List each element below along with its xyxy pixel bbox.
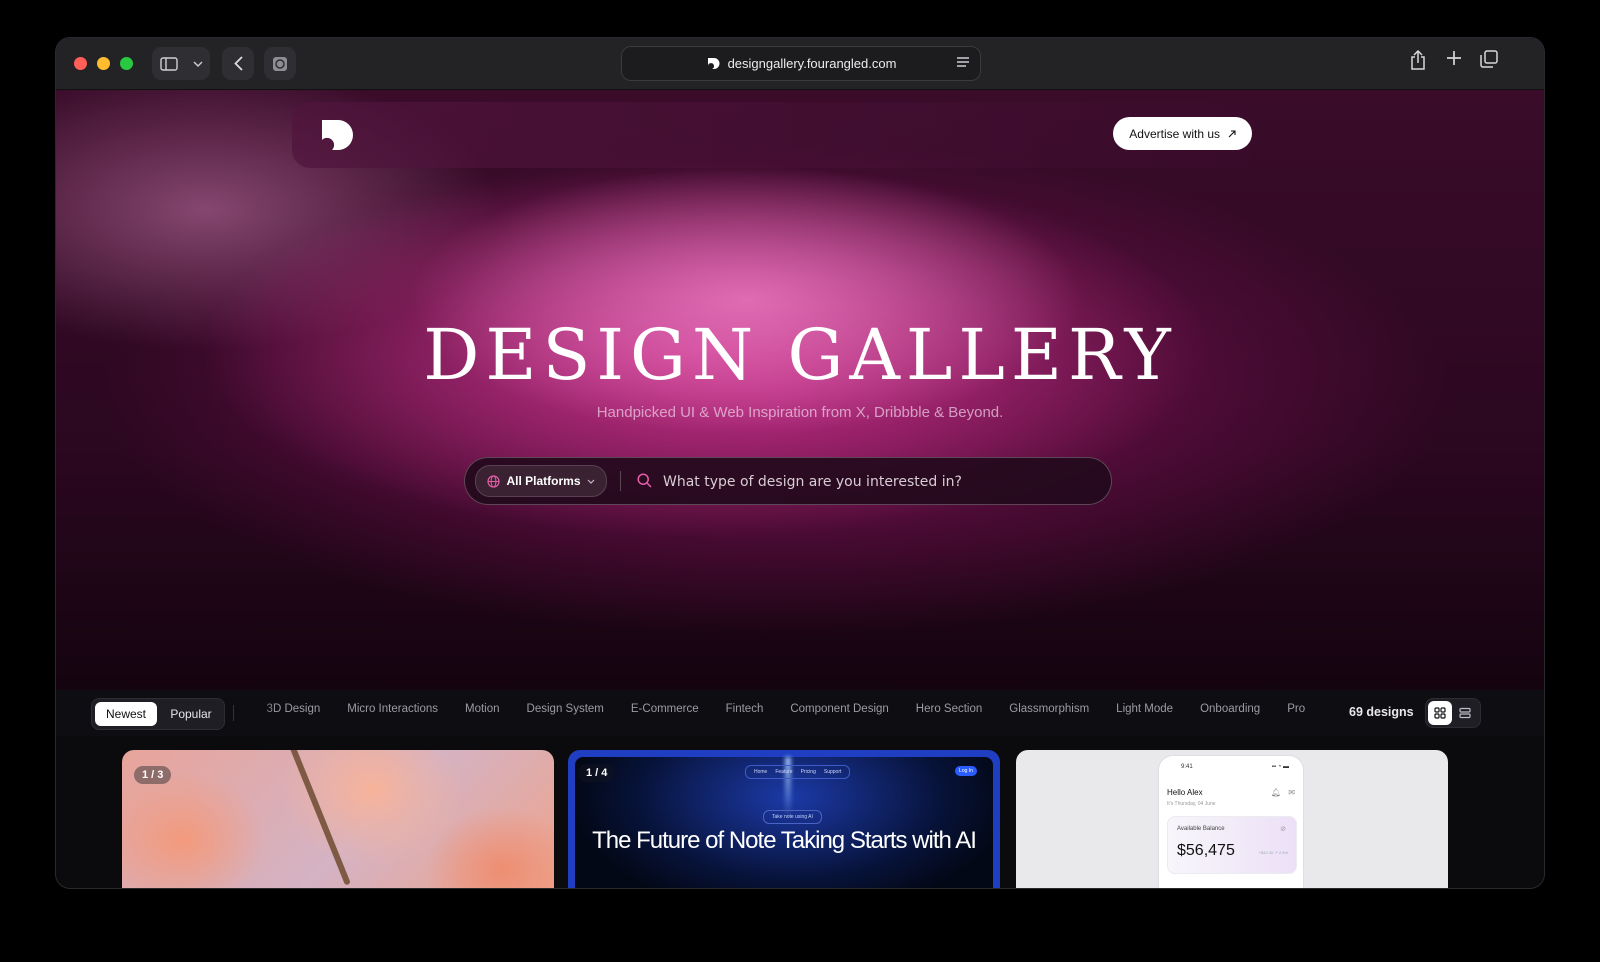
category-chip[interactable]: Design System	[527, 703, 604, 715]
tabs-icon	[1480, 50, 1498, 68]
category-chip[interactable]: Motion	[465, 703, 500, 715]
preview-nav-item: Pricing	[800, 769, 816, 775]
filter-bar: Newest Popular phy 3D Design Micro Inter…	[56, 690, 1544, 737]
phone-time: 9:41	[1181, 764, 1193, 770]
shield-icon	[273, 56, 287, 71]
top-navigation: Advertise with us	[292, 102, 1254, 168]
hero-section: Advertise with us DESIGN GALLERY Handpic…	[56, 90, 1544, 690]
category-chip[interactable]: Glassmorphism	[1009, 703, 1089, 715]
card-preview: Home Feature Pricing Support Log In Take…	[575, 757, 993, 888]
reader-menu-icon[interactable]	[956, 55, 970, 69]
search-bar: All Platforms	[464, 457, 1112, 505]
preview-pill: Take note using AI	[763, 810, 822, 824]
sidebar-toggle-button[interactable]	[152, 47, 210, 80]
category-chip[interactable]: Onboarding	[1200, 703, 1260, 715]
preview-nav-item: Feature	[775, 769, 793, 775]
page-title: DESIGN GALLERY	[423, 314, 1177, 396]
site-favicon-icon	[707, 57, 720, 69]
site-logo[interactable]	[320, 118, 354, 152]
arrow-up-right-icon	[1228, 129, 1236, 137]
design-card[interactable]: 9:41 ▪▪ ◔ ▬ Hello Alex It's Thursday, 04…	[1016, 750, 1448, 888]
sort-newest-button[interactable]: Newest	[95, 702, 157, 726]
design-grid: 1 / 3 Home Feature Pricing Support Log I…	[56, 736, 1544, 888]
preview-nav-item: Support	[823, 769, 842, 775]
privacy-report-button[interactable]	[264, 47, 296, 80]
signal-icon: ▪▪ ◔ ▬	[1271, 764, 1289, 770]
search-divider	[620, 471, 621, 491]
phone-greeting: Hello Alex	[1167, 788, 1203, 797]
address-bar[interactable]: designgallery.fourangled.com	[621, 46, 981, 81]
flower-stem	[289, 750, 351, 886]
category-strip: phy 3D Design Micro Interactions Motion …	[246, 690, 1336, 736]
title-bar: designgallery.fourangled.com	[56, 38, 1544, 90]
image-counter-badge: 1 / 4	[578, 764, 616, 782]
category-chip[interactable]: Pro	[1287, 703, 1305, 715]
filter-divider	[233, 705, 234, 721]
bell-icon: 🔔︎	[1270, 788, 1281, 797]
chevron-left-icon	[233, 56, 243, 71]
platform-label: All Platforms	[506, 474, 581, 488]
eye-off-icon: ⊘	[1280, 826, 1286, 833]
grid-view-button[interactable]	[1428, 701, 1452, 725]
balance-change: +$12.40 ↗ 2.4%	[1258, 850, 1288, 855]
design-card[interactable]: 1 / 3	[122, 750, 554, 888]
category-chip[interactable]: 3D Design	[267, 703, 321, 715]
preview-nav-item: Home	[754, 769, 768, 775]
preview-login-button: Log In	[955, 766, 977, 776]
phone-date: It's Thursday, 04 June	[1167, 801, 1216, 807]
globe-icon	[487, 474, 501, 488]
balance-card: Available Balance ⊘ $56,475 +$12.40 ↗ 2.…	[1167, 816, 1297, 874]
phone-mockup: 9:41 ▪▪ ◔ ▬ Hello Alex It's Thursday, 04…	[1159, 756, 1303, 888]
sort-popular-button[interactable]: Popular	[162, 702, 220, 726]
preview-headline: The Future of Note Taking Starts with AI	[592, 827, 977, 854]
view-toggle	[1425, 698, 1481, 728]
close-window-button[interactable]	[74, 57, 87, 70]
list-icon	[1459, 707, 1471, 719]
sort-toggle: Newest Popular	[91, 698, 225, 730]
grid-icon	[1434, 707, 1446, 719]
page-subtitle: Handpicked UI & Web Inspiration from X, …	[596, 404, 1004, 421]
category-chip[interactable]: E-Commerce	[631, 703, 699, 715]
search-icon	[637, 473, 652, 488]
preview-nav: Home Feature Pricing Support	[745, 765, 851, 779]
design-card[interactable]: Home Feature Pricing Support Log In Take…	[568, 750, 1000, 888]
advertise-button[interactable]: Advertise with us	[1113, 117, 1252, 150]
new-tab-button[interactable]	[1446, 50, 1462, 71]
tab-overview-button[interactable]	[1480, 50, 1498, 73]
zoom-window-button[interactable]	[120, 57, 133, 70]
plus-icon	[1447, 51, 1461, 65]
url-text: designgallery.fourangled.com	[727, 56, 897, 71]
category-chip[interactable]: Light Mode	[1116, 703, 1173, 715]
image-counter-badge: 1 / 3	[134, 766, 172, 784]
chevron-down-icon	[193, 61, 202, 67]
search-input[interactable]	[661, 470, 1085, 494]
advertise-label: Advertise with us	[1129, 126, 1220, 141]
category-chip[interactable]: Fintech	[726, 703, 764, 715]
back-button[interactable]	[222, 47, 254, 80]
balance-amount: $56,475	[1177, 842, 1235, 859]
category-chip[interactable]: Hero Section	[916, 703, 982, 715]
chevron-down-icon	[587, 479, 594, 484]
minimize-window-button[interactable]	[97, 57, 110, 70]
balance-label: Available Balance	[1177, 826, 1225, 832]
category-chip[interactable]: Micro Interactions	[347, 703, 438, 715]
list-view-button[interactable]	[1453, 701, 1477, 725]
design-count: 69 designs	[1349, 705, 1414, 719]
share-button[interactable]	[1410, 49, 1426, 75]
message-icon: ✉︎	[1288, 788, 1295, 797]
category-chip[interactable]: Component Design	[790, 703, 888, 715]
platform-dropdown[interactable]: All Platforms	[475, 465, 607, 497]
browser-window: designgallery.fourangled.com Advertise w…	[56, 38, 1544, 888]
share-icon	[1411, 49, 1425, 70]
sidebar-icon	[159, 56, 178, 71]
